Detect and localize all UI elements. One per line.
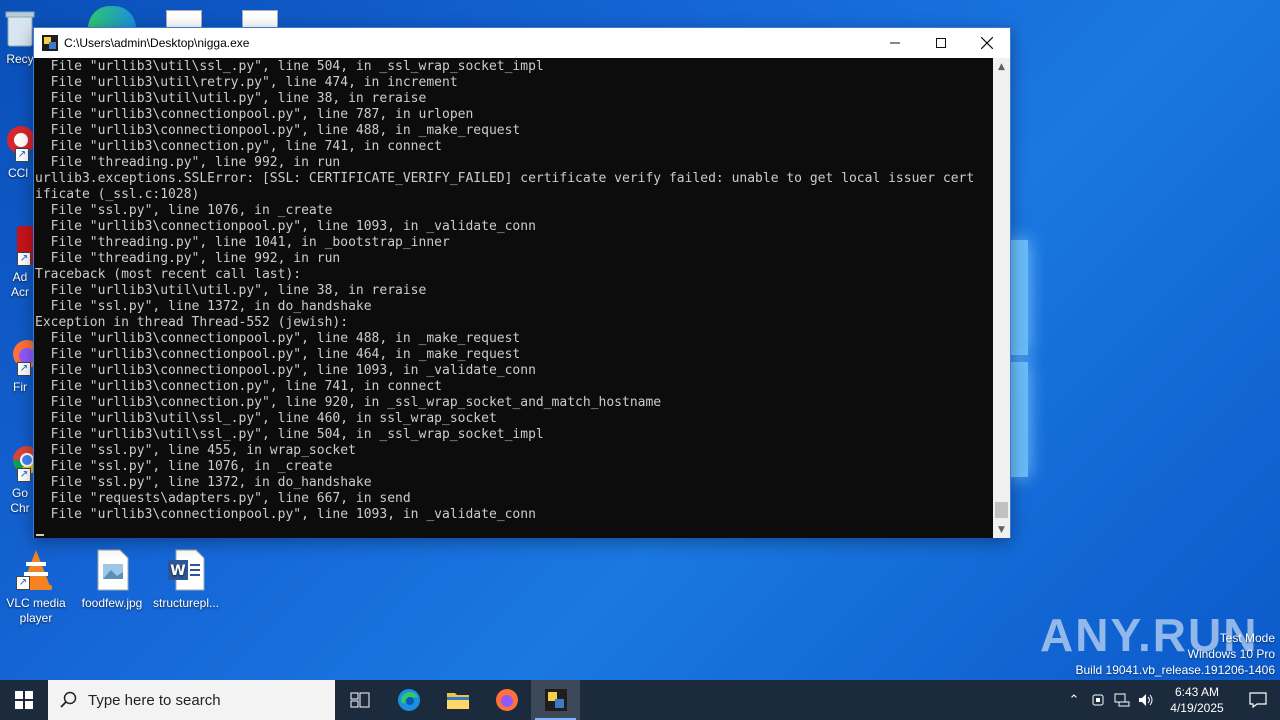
python-exe-icon (544, 689, 567, 711)
console-line: File "urllib3\connectionpool.py", line 4… (35, 347, 521, 362)
desktop-icon-word-doc-partial-1[interactable] (166, 10, 202, 28)
volume-icon[interactable] (1134, 680, 1158, 720)
search-icon (60, 691, 77, 708)
vertical-scrollbar[interactable]: ▲ ▼ (993, 58, 1010, 538)
start-button[interactable] (0, 680, 48, 720)
notification-icon (1249, 692, 1267, 708)
console-line: File "urllib3\connection.py", line 741, … (35, 139, 442, 154)
firefox-icon (495, 689, 518, 711)
console-line: ificate (_ssl.c:1028) (35, 187, 200, 202)
vlc-cone-icon: ↗ (16, 548, 56, 592)
show-hidden-icons-chevron-icon[interactable]: ⌃ (1062, 680, 1086, 720)
image-file-icon (92, 548, 132, 592)
console-line: File "urllib3\connectionpool.py", line 1… (35, 363, 536, 378)
console-line: File "threading.py", line 992, in run (35, 155, 341, 170)
windows-edition-text: Windows 10 Pro (1187, 647, 1275, 661)
desktop-icon-label: structurepl... (152, 596, 220, 610)
console-line: File "urllib3\connectionpool.py", line 1… (35, 507, 536, 522)
console-line: File "urllib3\connectionpool.py", line 4… (35, 331, 521, 346)
console-line: File "ssl.py", line 1076, in _create (35, 203, 333, 218)
action-center-button[interactable] (1236, 680, 1280, 720)
clock-time: 6:43 AM (1174, 685, 1220, 699)
taskbar-clock[interactable]: 6:43 AM 4/19/2025 (1158, 684, 1236, 716)
scrollbar-thumb[interactable] (995, 502, 1008, 518)
desktop-icon-label: VLC media player (6, 596, 66, 625)
console-line: File "urllib3\connection.py", line 920, … (35, 395, 662, 410)
console-line: File "urllib3\connectionpool.py", line 4… (35, 123, 521, 138)
console-line: Traceback (most recent call last): (35, 267, 302, 282)
console-line: urllib3.exceptions.SSLError: [SSL: CERTI… (35, 171, 975, 186)
close-icon (981, 37, 993, 49)
recycle-bin-icon (3, 8, 37, 48)
console-line: File "ssl.py", line 1372, in do_handshak… (35, 475, 372, 490)
console-line: File "urllib3\connectionpool.py", line 1… (35, 219, 536, 234)
firefox-icon: ↗ (3, 336, 41, 376)
taskbar-search-box[interactable]: Type here to search (48, 680, 335, 720)
acrobat-icon: ↗ (3, 224, 39, 266)
window-titlebar[interactable]: C:\Users\admin\Desktop\nigga.exe (34, 28, 1010, 58)
minimize-button[interactable] (872, 28, 918, 58)
windows-logo-wallpaper (1010, 240, 1030, 480)
desktop-icon-label: foodfew.jpg (81, 596, 143, 610)
clock-date: 4/19/2025 (1170, 701, 1224, 715)
console-line: File "threading.py", line 1041, in _boot… (35, 235, 450, 250)
desktop-icon-vlc[interactable]: ↗ VLC media player (0, 548, 74, 626)
taskbar-console-app-button[interactable] (531, 680, 580, 720)
console-line: File "urllib3\util\util.py", line 38, in… (35, 283, 427, 298)
maximize-button[interactable] (918, 28, 964, 58)
console-line: File "urllib3\util\ssl_.py", line 504, i… (35, 427, 544, 442)
console-line: File "threading.py", line 992, in run (35, 251, 341, 266)
console-line: File "urllib3\util\ssl_.py", line 504, i… (35, 59, 544, 74)
taskbar-firefox-button[interactable] (482, 680, 531, 720)
windows-watermark: Test Mode Windows 10 Pro Build 19041.vb_… (1076, 630, 1276, 678)
console-line: File "requests\adapters.py", line 667, i… (35, 491, 411, 506)
desktop-icon-edge-partial[interactable] (88, 6, 136, 28)
system-tray: ⌃ 6:43 AM 4/19/2025 (1062, 680, 1280, 720)
build-text: Build 19041.vb_release.191206-1406 (1075, 663, 1276, 677)
console-line: File "urllib3\util\ssl_.py", line 460, i… (35, 411, 497, 426)
console-window[interactable]: C:\Users\admin\Desktop\nigga.exe File "u… (33, 27, 1011, 538)
desktop-icon-word-doc-partial-2[interactable] (242, 10, 278, 28)
close-button[interactable] (964, 28, 1010, 58)
task-view-button[interactable] (335, 680, 384, 720)
ccleaner-icon: ↗ (1, 120, 35, 162)
maximize-icon (936, 38, 946, 48)
desktop-icon-structurepl-doc[interactable]: W structurepl... (148, 548, 224, 611)
window-title: C:\Users\admin\Desktop\nigga.exe (64, 36, 250, 50)
taskbar-file-explorer-button[interactable] (433, 680, 482, 720)
minimize-icon (890, 42, 900, 44)
taskbar-edge-button[interactable] (384, 680, 433, 720)
python-exe-icon (42, 35, 58, 51)
word-document-icon: W (166, 548, 206, 592)
console-line: File "ssl.py", line 1372, in do_handshak… (35, 299, 372, 314)
console-text: File "urllib3\util\ssl_.py", line 504, i… (34, 58, 994, 523)
taskbar: Type here to search ⌃ 6:43 AM 4/19/2025 (0, 680, 1280, 720)
svg-text:W: W (170, 563, 185, 579)
chrome-icon: ↗ (3, 440, 41, 482)
scroll-down-arrow-icon[interactable]: ▼ (993, 521, 1010, 538)
window-controls (872, 28, 1010, 58)
console-output[interactable]: File "urllib3\util\ssl_.py", line 504, i… (34, 58, 994, 538)
security-icon[interactable] (1086, 680, 1110, 720)
console-line: File "urllib3\connectionpool.py", line 7… (35, 107, 474, 122)
console-line: File "urllib3\util\util.py", line 38, in… (35, 91, 427, 106)
console-line: File "ssl.py", line 1076, in _create (35, 459, 333, 474)
folder-icon (446, 693, 469, 709)
console-line: Exception in thread Thread-552 (jewish): (35, 315, 349, 330)
windows-start-icon (15, 691, 33, 709)
desktop-icon-foodfew-jpg[interactable]: foodfew.jpg (74, 548, 150, 611)
network-icon[interactable] (1110, 680, 1134, 720)
task-view-icon (350, 692, 369, 708)
console-line: File "urllib3\connection.py", line 741, … (35, 379, 442, 394)
edge-icon (397, 689, 420, 711)
search-placeholder: Type here to search (88, 691, 221, 709)
console-line: File "ssl.py", line 455, in wrap_socket (35, 443, 356, 458)
text-cursor (36, 534, 44, 536)
scroll-up-arrow-icon[interactable]: ▲ (993, 58, 1010, 75)
test-mode-text: Test Mode (1219, 631, 1275, 645)
console-line: File "urllib3\util\retry.py", line 474, … (35, 75, 458, 90)
